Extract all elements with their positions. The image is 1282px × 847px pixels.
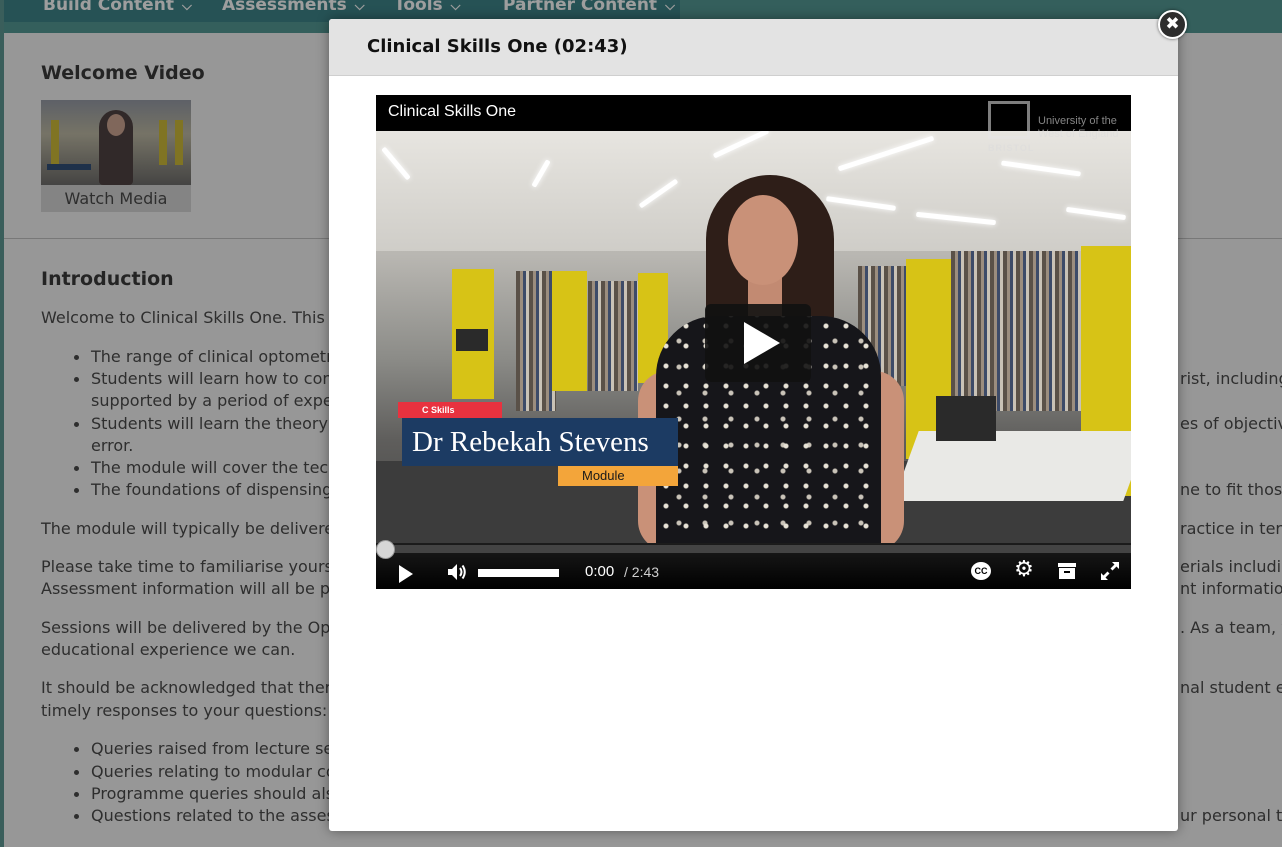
- volume-glyph: [448, 564, 466, 580]
- volume-slider[interactable]: [478, 569, 559, 577]
- duration: / 2:43: [624, 564, 660, 580]
- uwe-logo: [988, 101, 1030, 139]
- video-player[interactable]: Clinical Skills One University of the We…: [376, 95, 1131, 589]
- modal-header: Clinical Skills One (02:43): [329, 19, 1178, 76]
- volume-fill: [478, 569, 559, 577]
- gear-icon[interactable]: ⚙: [1013, 559, 1035, 581]
- fullscreen-icon[interactable]: [1100, 561, 1120, 581]
- lower-third-top: C Skills: [398, 402, 502, 418]
- bookshelf: [588, 281, 638, 391]
- university-watermark: University of the West of England BRISTO…: [988, 101, 1126, 153]
- volume-icon[interactable]: [446, 561, 468, 583]
- big-play-button[interactable]: [705, 304, 811, 382]
- presenter-face: [728, 195, 798, 285]
- close-icon: ✖: [1165, 14, 1180, 34]
- progress-handle[interactable]: [376, 540, 395, 559]
- watermark-text: University of the West of England: [1038, 115, 1119, 140]
- closed-captions-icon[interactable]: CC: [971, 562, 991, 580]
- archive-icon[interactable]: [1057, 562, 1077, 580]
- modal-title: Clinical Skills One (02:43): [367, 36, 628, 57]
- lower-third-name: Dr Rebekah Stevens: [402, 418, 678, 466]
- fullscreen-glyph: [1101, 562, 1119, 580]
- monitor: [936, 396, 996, 441]
- desk: [893, 431, 1131, 501]
- lower-third-bottom: Module: [558, 466, 678, 486]
- play-icon[interactable]: [399, 565, 413, 583]
- monitor: [456, 329, 488, 351]
- watermark-subtext: BRISTOL: [988, 143, 1035, 153]
- archive-glyph: [1058, 563, 1076, 579]
- progress-bar[interactable]: [376, 545, 1131, 553]
- bookshelf: [951, 251, 1081, 411]
- current-time: 0:00: [585, 563, 615, 580]
- close-modal-button[interactable]: ✖: [1158, 10, 1187, 39]
- video-title[interactable]: Clinical Skills One: [388, 103, 516, 121]
- bookshelf: [516, 271, 556, 411]
- yellow-shelf: [552, 271, 587, 391]
